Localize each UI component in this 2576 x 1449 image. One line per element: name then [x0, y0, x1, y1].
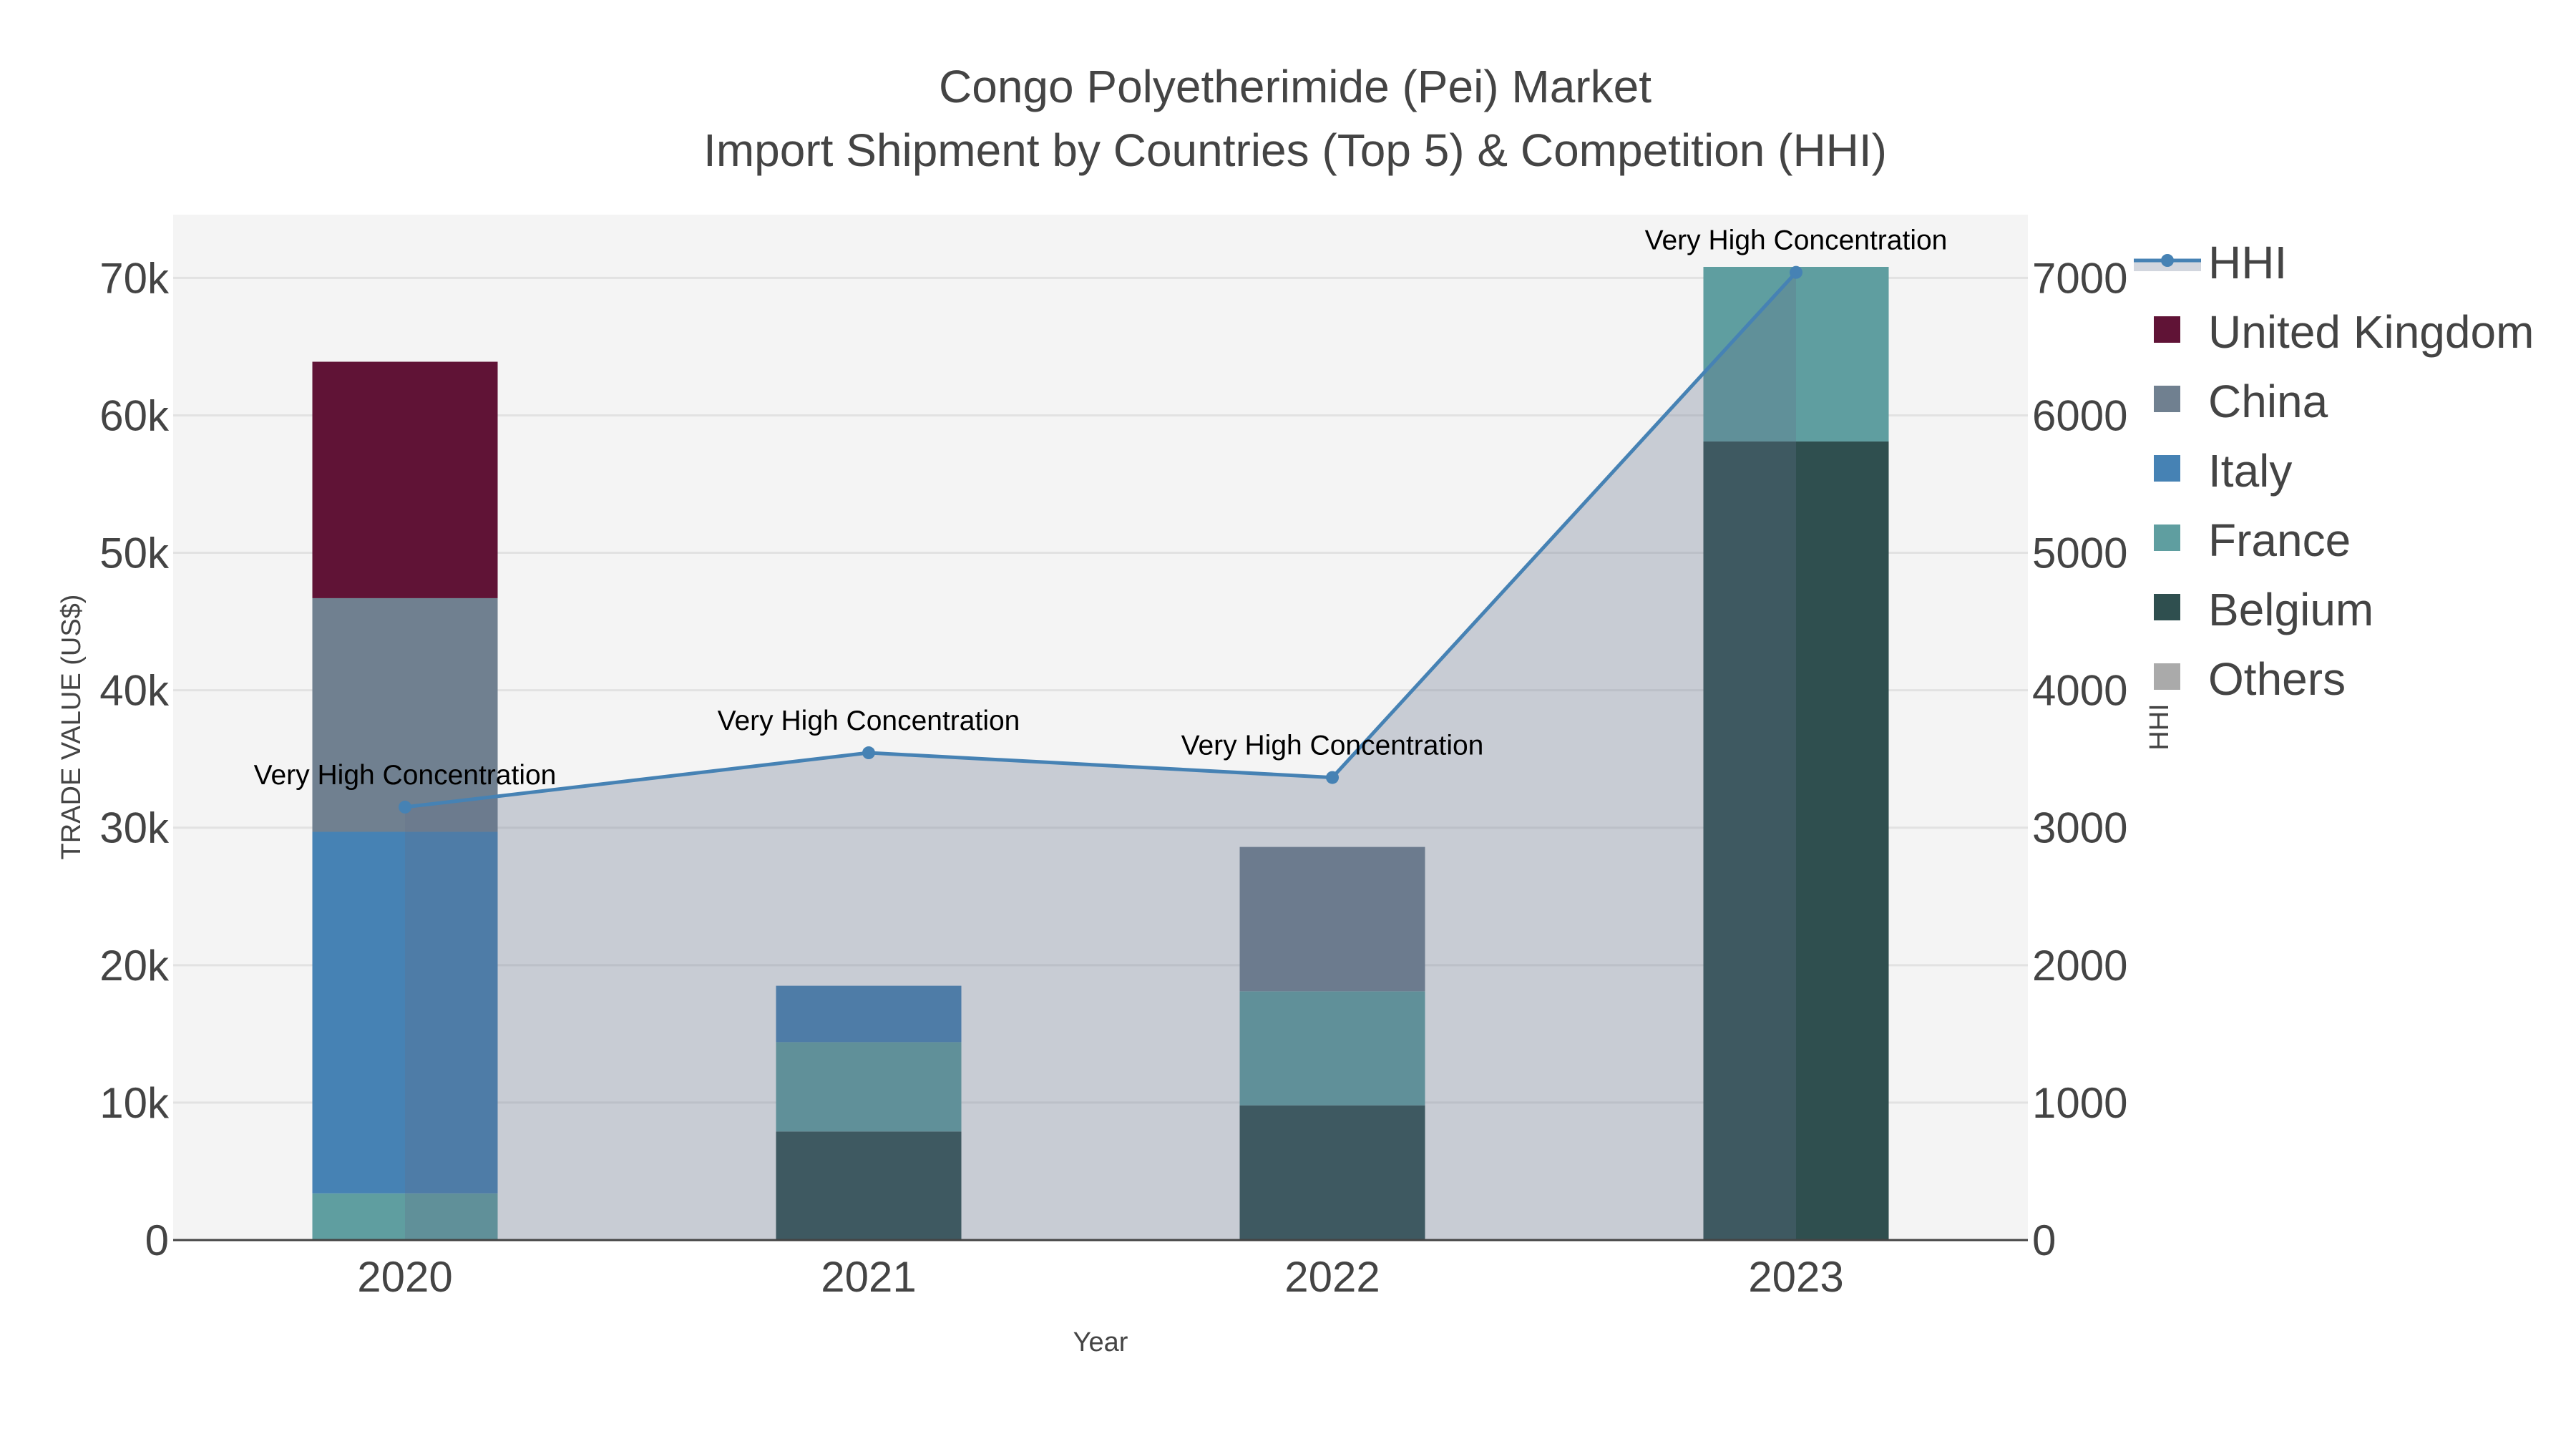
legend: HHI United Kingdom China Italy France Belgium…: [2134, 237, 2534, 705]
legend-label: Italy: [2208, 445, 2292, 497]
y-tick-label: 60k: [99, 391, 170, 439]
y-tick-label: 40k: [99, 667, 170, 715]
hhi-point: [862, 746, 875, 760]
legend-swatch-china: [2154, 386, 2180, 412]
y2-tick-label: 3000: [2032, 804, 2127, 852]
y2-tick-label: 6000: [2032, 391, 2127, 439]
x-tick-label: 2020: [357, 1253, 452, 1301]
y2-tick-label: 0: [2032, 1216, 2056, 1264]
y-tick-label: 20k: [99, 942, 170, 990]
y2-tick-label: 1000: [2032, 1079, 2127, 1127]
legend-swatch-united-kingdom: [2154, 316, 2180, 343]
legend-hhi-marker: [2161, 254, 2174, 267]
x-axis-title: Year: [1073, 1327, 1128, 1357]
legend-swatch-france: [2154, 525, 2180, 551]
chart-title-line2: Import Shipment by Countries (Top 5) & C…: [703, 125, 1887, 176]
x-axis-ticks: 2020 2021 2022 2023: [357, 1253, 1843, 1301]
y2-tick-label: 2000: [2032, 942, 2127, 990]
x-tick-label: 2022: [1284, 1253, 1380, 1301]
legend-swatch-belgium: [2154, 594, 2180, 620]
bar-united-kingdom-2020: [312, 361, 498, 598]
legend-label: United Kingdom: [2208, 306, 2534, 358]
y-axis-title: TRADE VALUE (US$): [57, 595, 87, 860]
hhi-point: [1790, 265, 1802, 279]
legend-label: Belgium: [2208, 584, 2373, 635]
hhi-point: [1326, 771, 1339, 784]
legend-label: HHI: [2208, 237, 2287, 288]
hhi-annotation: Very High Concentration: [1181, 731, 1484, 761]
legend-label: China: [2208, 376, 2328, 427]
y2-axis-title: HHI: [2145, 703, 2175, 750]
hhi-point: [399, 800, 411, 814]
y2-tick-label: 7000: [2032, 254, 2127, 302]
y2-axis-ticks: 0 1000 2000 3000 4000 5000 6000 7000: [2032, 254, 2127, 1264]
chart: Very High Concentration Very High Concent…: [57, 61, 2534, 1357]
legend-label: Others: [2208, 653, 2346, 705]
hhi-annotation: Very High Concentration: [718, 706, 1020, 736]
y-tick-label: 50k: [99, 530, 170, 577]
y2-tick-label: 4000: [2032, 667, 2127, 715]
y-tick-label: 70k: [99, 254, 170, 302]
y-tick-label: 10k: [99, 1079, 170, 1127]
y2-tick-label: 5000: [2032, 530, 2127, 577]
x-tick-label: 2021: [821, 1253, 916, 1301]
chart-title-line1: Congo Polyetherimide (Pei) Market: [939, 61, 1652, 112]
legend-swatch-italy: [2154, 455, 2180, 482]
x-tick-label: 2023: [1748, 1253, 1843, 1301]
legend-swatch-others: [2154, 663, 2180, 690]
bar-china-2020: [312, 597, 498, 832]
legend-label: France: [2208, 514, 2351, 566]
y-axis-ticks: 0 10k 20k 30k 40k 50k 60k 70k: [99, 254, 170, 1264]
y-tick-label: 30k: [99, 804, 170, 852]
hhi-annotation: Very High Concentration: [254, 760, 557, 791]
y-tick-label: 0: [145, 1216, 169, 1264]
hhi-annotation: Very High Concentration: [1645, 225, 1948, 256]
